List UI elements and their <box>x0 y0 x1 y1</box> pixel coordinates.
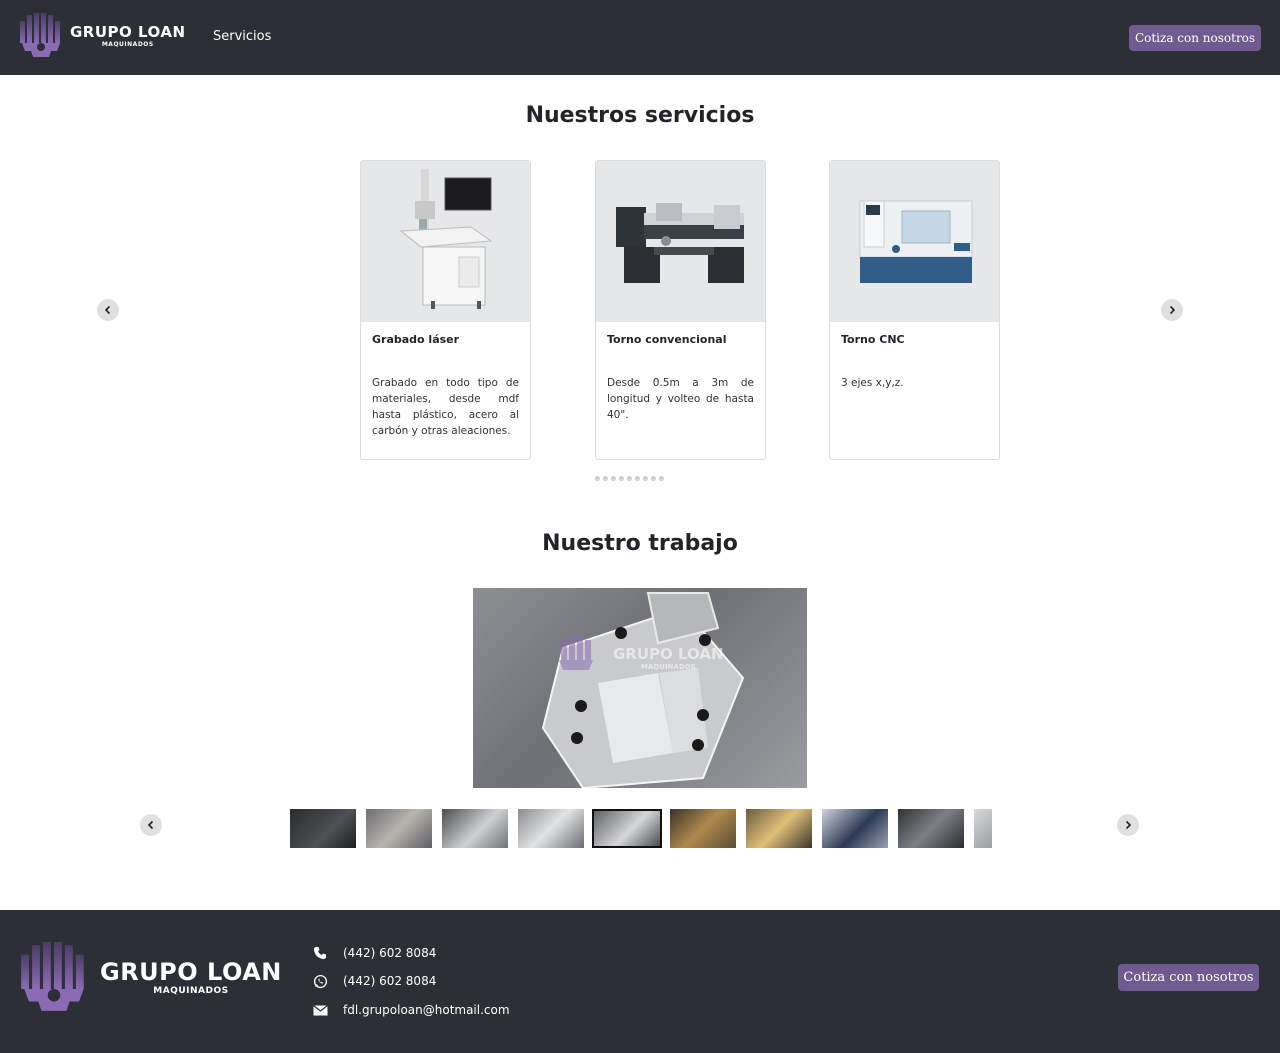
service-card-description: 3 ejes x,y,z. <box>841 377 904 389</box>
phone-icon <box>312 945 328 961</box>
carousel-dot[interactable] <box>659 476 664 481</box>
logo-title: GRUPO LOAN <box>70 22 186 41</box>
carousel-dot[interactable] <box>595 476 600 481</box>
service-card-title: Torno convencional <box>607 333 727 346</box>
top-navbar: GRUPO LOAN MAQUINADOS Servicios Cotiza c… <box>0 0 1280 75</box>
contact-phone: (442) 602 8084 <box>312 945 436 961</box>
chevron-left-icon <box>147 820 154 830</box>
service-card[interactable]: Torno CNC 3 ejes x,y,z. <box>829 160 1000 460</box>
service-card-description: Grabado en todo tipo de materiales, desd… <box>372 377 519 437</box>
gallery-thumbnail[interactable] <box>822 809 888 848</box>
chevron-right-icon <box>1169 305 1176 315</box>
email-link[interactable]: fdl.grupoloan@hotmail.com <box>343 1003 510 1017</box>
footer: GRUPO LOAN MAQUINADOS (442) 602 8084 (44… <box>0 910 1280 1053</box>
gallery-next-button[interactable] <box>1117 814 1139 836</box>
work-main-photo: GRUPO LOAN MAQUINADOS <box>473 588 807 788</box>
work-title: Nuestro trabajo <box>542 531 738 556</box>
laser-engraver-image <box>361 161 530 322</box>
gallery-prev-button[interactable] <box>140 814 162 836</box>
footer-quote-button[interactable]: Cotiza con nosotros <box>1118 964 1259 991</box>
footer-brand-logo[interactable]: GRUPO LOAN MAQUINADOS <box>18 938 282 1018</box>
gallery-thumbnail[interactable] <box>442 809 508 848</box>
cnc-lathe-image <box>830 161 999 322</box>
gallery-thumbnail[interactable] <box>746 809 812 848</box>
gallery-thumbnail[interactable] <box>898 809 964 848</box>
service-card[interactable]: Torno convencional Desde 0.5m a 3m de lo… <box>595 160 766 460</box>
gallery-thumbnails <box>290 809 992 848</box>
services-carousel-dots <box>595 476 664 481</box>
footer-logo-title: GRUPO LOAN <box>100 958 282 986</box>
conventional-lathe-image <box>596 161 765 322</box>
gear-logo-icon <box>21 942 84 1011</box>
whatsapp-link[interactable]: (442) 602 8084 <box>343 974 436 988</box>
nav-link-servicios[interactable]: Servicios <box>213 29 271 44</box>
service-card-description: Desde 0.5m a 3m de longitud y volteo de … <box>607 377 754 421</box>
phone-number: (442) 602 8084 <box>343 946 437 960</box>
service-card-title: Torno CNC <box>841 333 905 346</box>
carousel-dot[interactable] <box>603 476 608 481</box>
gallery-thumbnail[interactable] <box>366 809 432 848</box>
mail-icon <box>312 1002 328 1018</box>
logo-subtitle: MAQUINADOS <box>101 40 154 48</box>
watermark: GRUPO LOAN MAQUINADOS <box>613 647 724 671</box>
chevron-left-icon <box>104 305 111 315</box>
carousel-dot[interactable] <box>635 476 640 481</box>
watermark-title: GRUPO LOAN <box>613 645 724 663</box>
gallery-thumbnail[interactable] <box>290 809 356 848</box>
service-card-title: Grabado láser <box>372 333 460 346</box>
whatsapp-icon <box>312 973 328 989</box>
service-card[interactable]: Grabado láser Grabado en todo tipo de ma… <box>360 160 531 460</box>
chevron-right-icon <box>1125 820 1132 830</box>
gallery-thumbnail[interactable] <box>518 809 584 848</box>
contact-whatsapp: (442) 602 8084 <box>312 973 436 989</box>
services-next-button[interactable] <box>1161 299 1183 321</box>
services-prev-button[interactable] <box>97 299 119 321</box>
carousel-dot[interactable] <box>627 476 632 481</box>
gear-logo-icon <box>20 13 60 57</box>
carousel-dot[interactable] <box>611 476 616 481</box>
watermark-subtitle: MAQUINADOS <box>640 663 696 671</box>
gallery-thumbnail[interactable] <box>974 809 992 848</box>
brand-logo[interactable]: GRUPO LOAN MAQUINADOS <box>18 11 186 61</box>
contact-email: fdl.grupoloan@hotmail.com <box>312 1002 510 1018</box>
quote-button[interactable]: Cotiza con nosotros <box>1129 25 1261 51</box>
carousel-dot[interactable] <box>619 476 624 481</box>
services-title: Nuestros servicios <box>525 103 755 128</box>
carousel-dot[interactable] <box>643 476 648 481</box>
footer-logo-subtitle: MAQUINADOS <box>153 986 229 996</box>
gallery-thumbnail[interactable] <box>670 809 736 848</box>
gallery-thumbnail-active[interactable] <box>592 809 662 848</box>
carousel-dot[interactable] <box>651 476 656 481</box>
